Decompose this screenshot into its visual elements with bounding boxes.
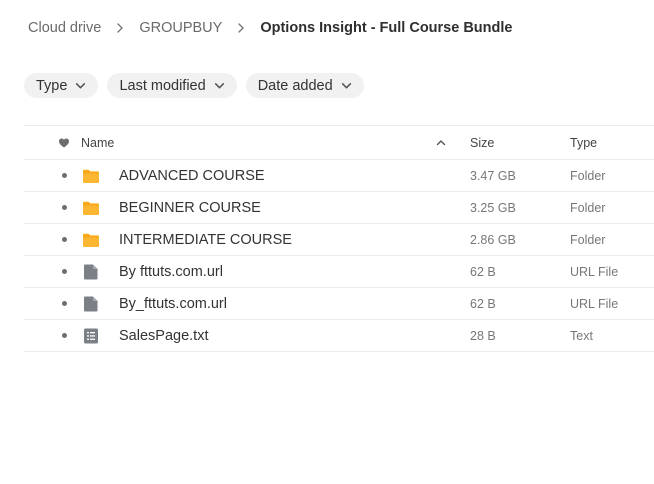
cloud-drive-page: Cloud drive GROUPBUY Options Insight - F… [0,0,654,484]
last-modified-filter-button[interactable]: Last modified [107,73,237,98]
name-column-header[interactable]: Name [81,136,114,150]
file-type: Folder [570,232,606,247]
folder-icon [82,167,100,185]
file-name: SalesPage.txt [119,327,209,344]
file-name: INTERMEDIATE COURSE [119,231,292,248]
row-bullet [58,205,70,210]
table-header: Name Size Type [24,125,654,160]
table-row[interactable]: By fttuts.com.url 62 B URL File [24,256,654,288]
file-type: Folder [570,168,606,183]
file-size: 62 B [470,264,496,279]
file-table: Name Size Type ADVANCED COURSE 3.47 GB F… [24,125,654,352]
file-type: URL File [570,296,619,311]
table-row[interactable]: ADVANCED COURSE 3.47 GB Folder [24,160,654,192]
breadcrumb-current-folder: Options Insight - Full Course Bundle [260,20,513,36]
table-row[interactable]: By_fttuts.com.url 62 B URL File [24,288,654,320]
chevron-down-icon [76,83,86,89]
breadcrumb-cloud-drive[interactable]: Cloud drive [28,20,101,36]
table-row[interactable]: INTERMEDIATE COURSE 2.86 GB Folder [24,224,654,256]
file-size: 3.47 GB [470,168,516,183]
file-size: 62 B [470,296,496,311]
text-file-icon [82,327,100,345]
file-size: 28 B [470,328,496,343]
size-column-header[interactable]: Size [470,136,494,150]
folder-icon [82,231,100,249]
file-name: By fttuts.com.url [119,263,223,280]
date-added-filter-button[interactable]: Date added [245,73,364,98]
row-bullet [58,173,70,178]
filter-bar: Type Last modified Date added [24,73,364,98]
sort-ascending-icon[interactable] [435,137,447,149]
table-row[interactable]: BEGINNER COURSE 3.25 GB Folder [24,192,654,224]
chevron-down-icon [214,83,224,89]
file-name: BEGINNER COURSE [119,199,261,216]
file-size: 2.86 GB [470,232,516,247]
chevron-right-icon [230,17,252,39]
favorite-heart-icon[interactable] [58,137,70,149]
table-row[interactable]: SalesPage.txt 28 B Text [24,320,654,352]
date-added-filter-label: Date added [257,77,333,94]
breadcrumb-groupbuy[interactable]: GROUPBUY [139,20,222,36]
row-bullet [58,333,70,338]
last-modified-filter-label: Last modified [119,77,206,94]
file-type: Text [570,328,593,343]
type-filter-button[interactable]: Type [24,73,99,98]
chevron-down-icon [341,83,351,89]
file-icon [82,263,100,281]
type-filter-label: Type [36,77,68,94]
breadcrumb: Cloud drive GROUPBUY Options Insight - F… [28,17,512,39]
type-column-header[interactable]: Type [570,136,597,150]
row-bullet [58,301,70,306]
file-type: Folder [570,200,606,215]
file-name: By_fttuts.com.url [119,295,227,312]
file-type: URL File [570,264,619,279]
row-bullet [58,269,70,274]
row-bullet [58,237,70,242]
file-size: 3.25 GB [470,200,516,215]
file-name: ADVANCED COURSE [119,167,265,184]
chevron-right-icon [109,17,131,39]
file-icon [82,295,100,313]
folder-icon [82,199,100,217]
